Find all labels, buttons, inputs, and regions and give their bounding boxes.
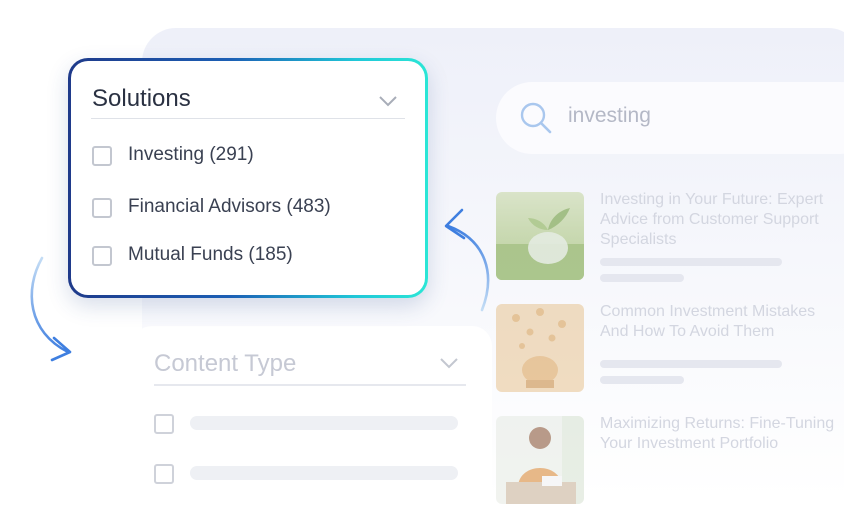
content-type-checkbox[interactable]: [154, 464, 174, 484]
result-thumbnail: [496, 304, 584, 392]
result-thumbnail: [496, 192, 584, 280]
divider: [91, 118, 405, 119]
divider: [154, 384, 466, 386]
result-title[interactable]: Maximizing Returns: Fine-Tuning Your Inv…: [600, 414, 844, 454]
checkbox[interactable]: [92, 146, 112, 166]
checkbox[interactable]: [92, 246, 112, 266]
content-type-title[interactable]: Content Type: [154, 350, 296, 378]
search-icon: [520, 102, 552, 134]
result-title[interactable]: Common Investment Mistakes And How To Av…: [600, 302, 844, 342]
curved-arrow-icon: [444, 208, 490, 312]
content-type-checkbox[interactable]: [154, 414, 174, 434]
chevron-down-icon[interactable]: [377, 94, 399, 108]
result-item[interactable]: Common Investment Mistakes And How To Av…: [496, 302, 844, 392]
result-thumbnail: [496, 416, 584, 504]
search-bar[interactable]: investing: [496, 82, 844, 154]
placeholder-line: [600, 376, 684, 384]
solutions-title[interactable]: Solutions: [92, 85, 191, 113]
content-type-filter: Content Type: [132, 326, 492, 526]
result-item[interactable]: Investing in Your Future: Expert Advice …: [496, 190, 844, 282]
option-label: Investing (291): [128, 144, 254, 165]
placeholder-label: [190, 466, 458, 480]
placeholder-label: [190, 416, 458, 430]
placeholder-line: [600, 274, 684, 282]
result-item[interactable]: Maximizing Returns: Fine-Tuning Your Inv…: [496, 414, 844, 504]
result-title[interactable]: Investing in Your Future: Expert Advice …: [600, 190, 844, 250]
search-query[interactable]: investing: [568, 104, 651, 128]
option-label: Mutual Funds (185): [128, 244, 293, 265]
solutions-filter: Solutions Investing (291) Financial Advi…: [68, 58, 428, 298]
placeholder-line: [600, 360, 782, 368]
placeholder-line: [600, 258, 782, 266]
checkbox[interactable]: [92, 198, 112, 218]
option-label: Financial Advisors (483): [128, 196, 331, 217]
chevron-down-icon[interactable]: [438, 356, 460, 370]
